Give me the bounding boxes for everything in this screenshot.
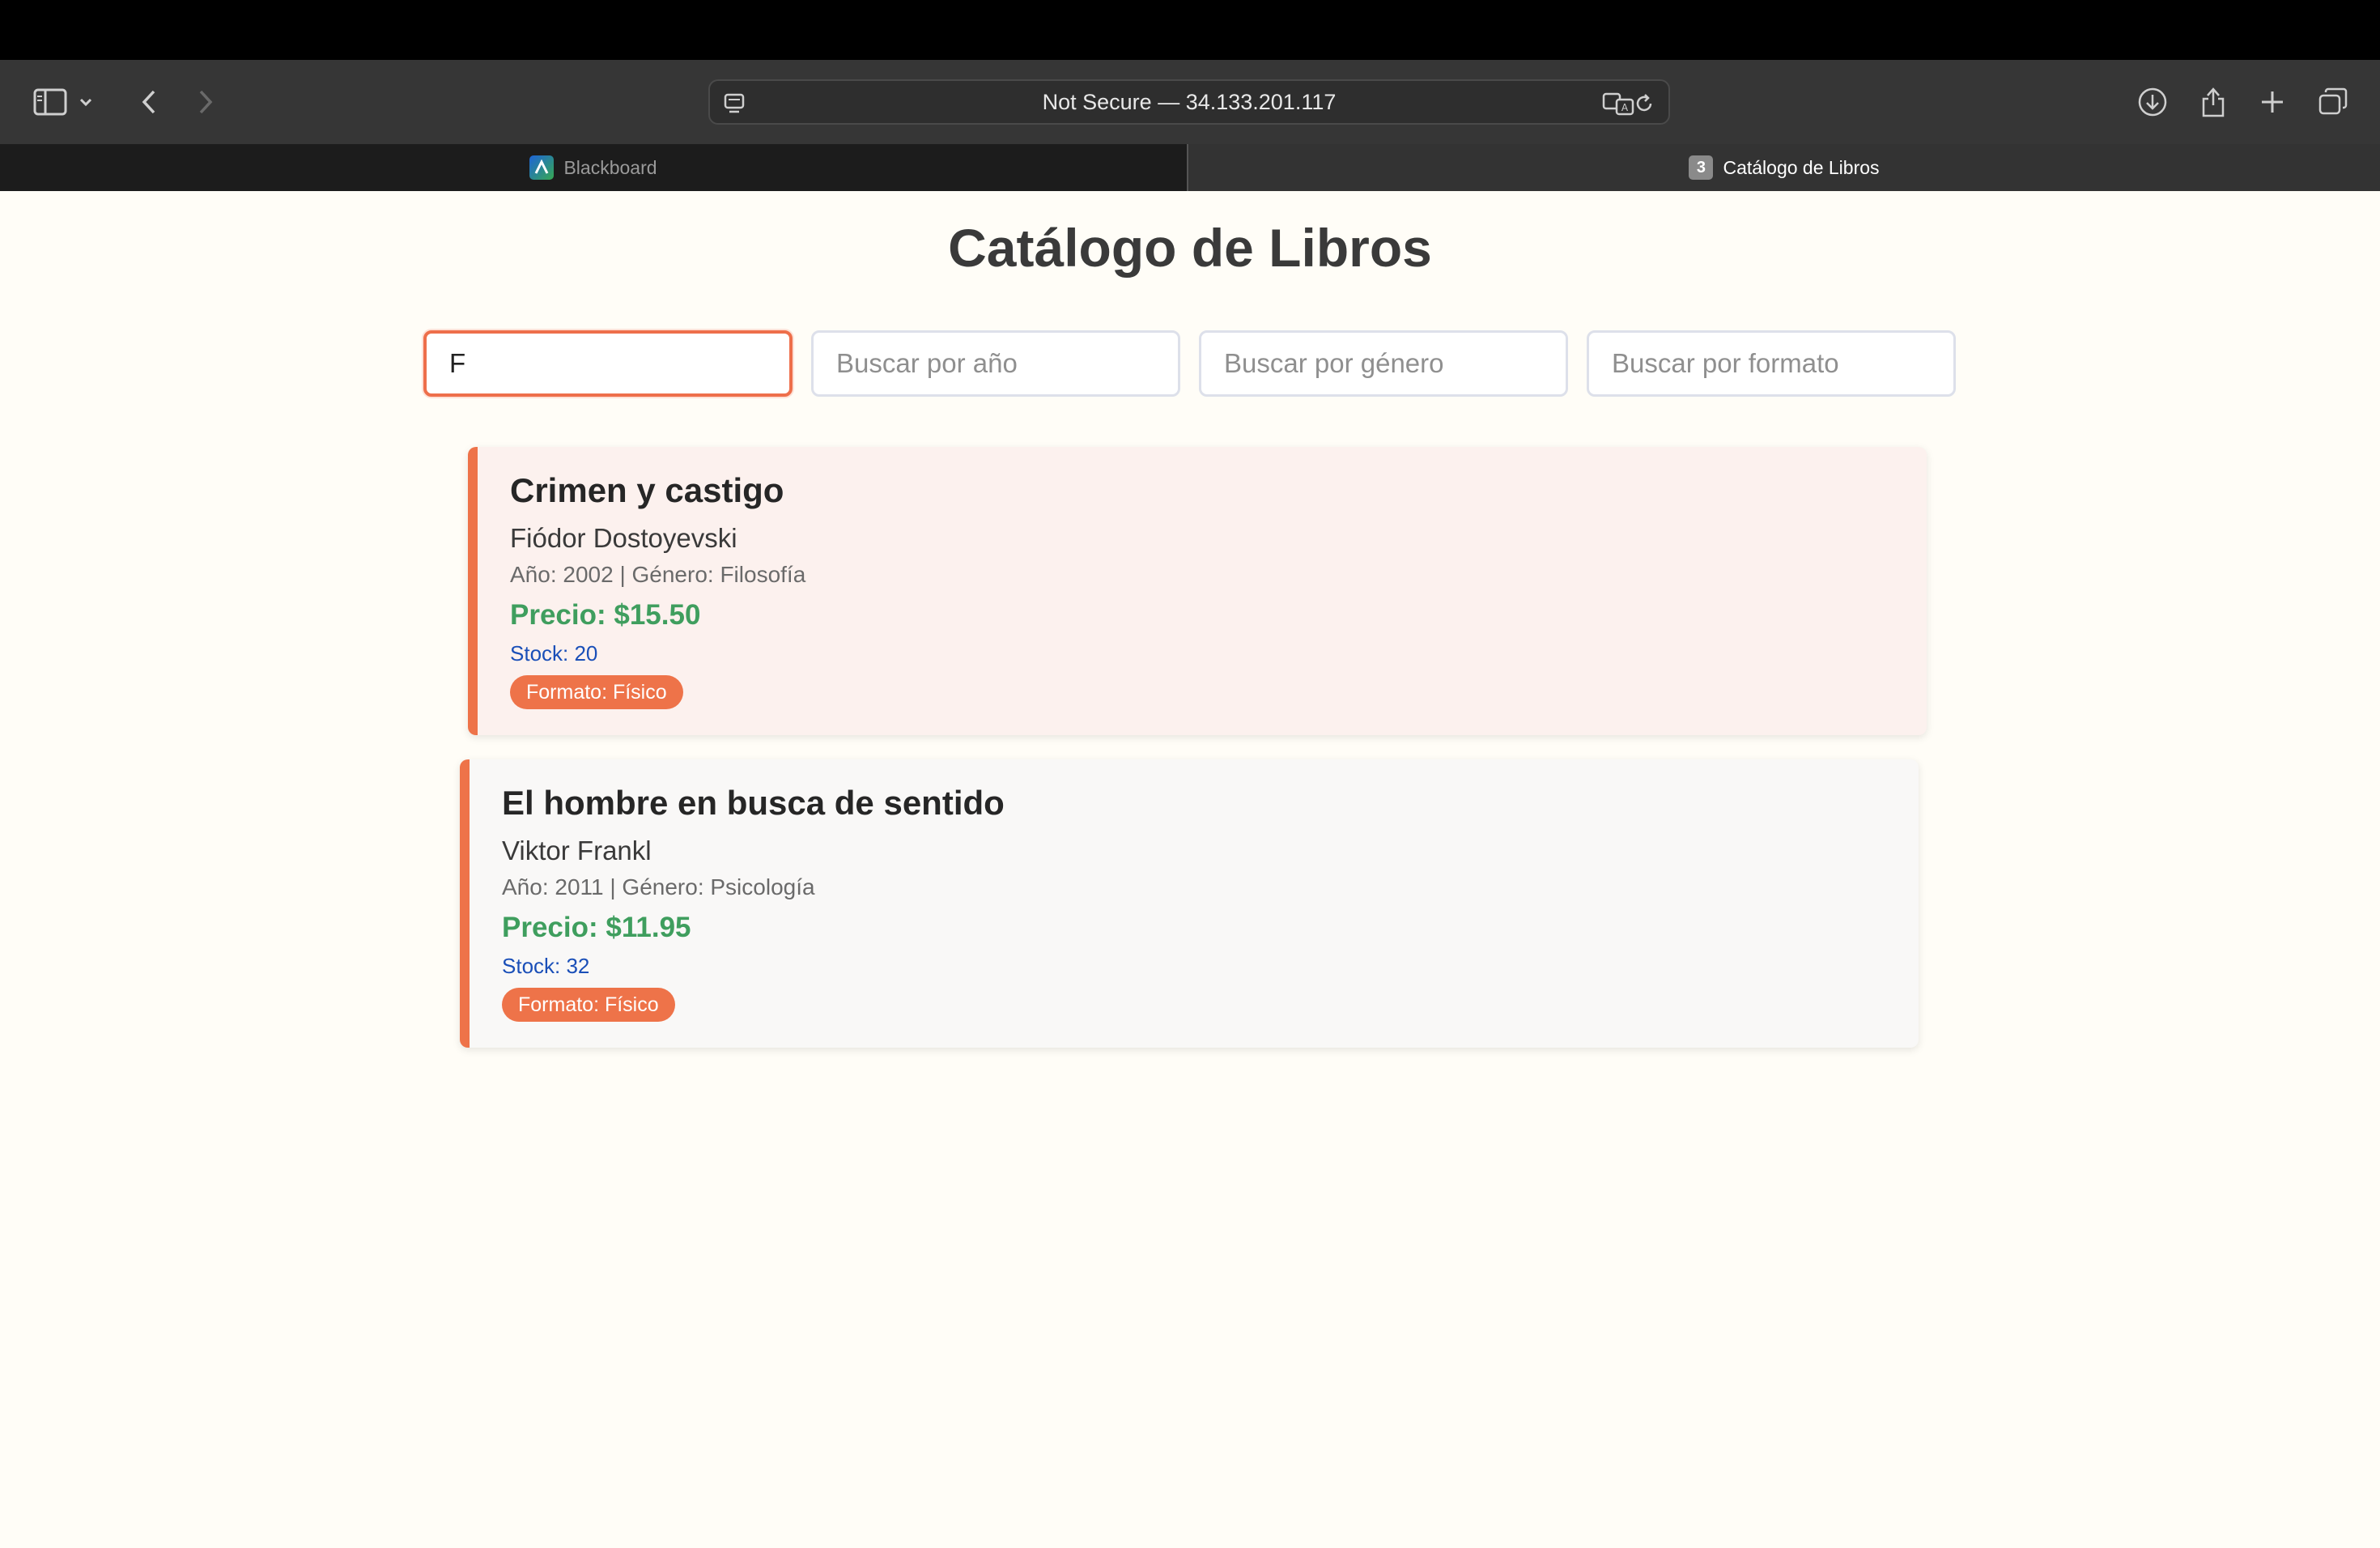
book-card[interactable]: El hombre en busca de sentido Viktor Fra… <box>460 759 1919 1048</box>
book-price: Precio: $11.95 <box>502 912 691 943</box>
menu-bar <box>0 0 2380 60</box>
address-bar[interactable]: Not Secure — 34.133.201.117 A <box>708 79 1670 125</box>
book-author: Fiódor Dostoyevski <box>510 523 737 553</box>
format-badge: Formato: Físico <box>510 675 683 709</box>
tab-blackboard[interactable]: Blackboard <box>0 144 1187 191</box>
book-card[interactable]: Crimen y castigo Fiódor Dostoyevski Año:… <box>468 447 1927 735</box>
tab-catalogo-de-libros[interactable]: 3 Catálogo de Libros <box>1188 144 2380 191</box>
download-icon[interactable] <box>2133 83 2172 121</box>
book-meta: Año: 2002 | Género: Filosofía <box>510 562 806 587</box>
search-genre-input[interactable] <box>1199 330 1568 397</box>
book-stock: Stock: 20 <box>510 641 598 666</box>
chevron-down-icon[interactable] <box>74 83 97 121</box>
reload-icon[interactable] <box>1625 84 1664 123</box>
tab-bar: Blackboard 3 Catálogo de Libros <box>0 144 2380 191</box>
tab-label: Catálogo de Libros <box>1723 156 1880 178</box>
book-title: El hombre en busca de sentido <box>502 784 1005 822</box>
book-stock: Stock: 32 <box>502 954 590 978</box>
book-price: Precio: $15.50 <box>510 599 701 631</box>
share-icon[interactable] <box>2194 83 2233 121</box>
book-title: Crimen y castigo <box>510 471 784 509</box>
format-badge: Formato: Físico <box>502 988 675 1022</box>
tab-label: Blackboard <box>563 156 657 178</box>
tabs-overview-icon[interactable] <box>2314 83 2352 121</box>
blackboard-logo-icon <box>529 155 555 180</box>
search-year-input[interactable] <box>811 330 1180 397</box>
book-meta: Año: 2011 | Género: Psicología <box>502 874 815 899</box>
search-format-input[interactable] <box>1587 330 1956 397</box>
plus-icon[interactable] <box>2253 83 2292 121</box>
page-title: Catálogo de Libros <box>948 218 1432 278</box>
sidebar-icon[interactable] <box>31 83 70 121</box>
browser-toolbar: Not Secure — 34.133.201.117 A <box>0 60 2380 144</box>
tab-favicon: 3 <box>1689 155 1714 180</box>
back-icon[interactable] <box>130 83 168 121</box>
book-author: Viktor Frankl <box>502 836 652 865</box>
search-title-input[interactable] <box>423 330 793 397</box>
forward-icon[interactable] <box>186 83 225 121</box>
url-text: Not Secure — 34.133.201.117 <box>1042 90 1337 114</box>
